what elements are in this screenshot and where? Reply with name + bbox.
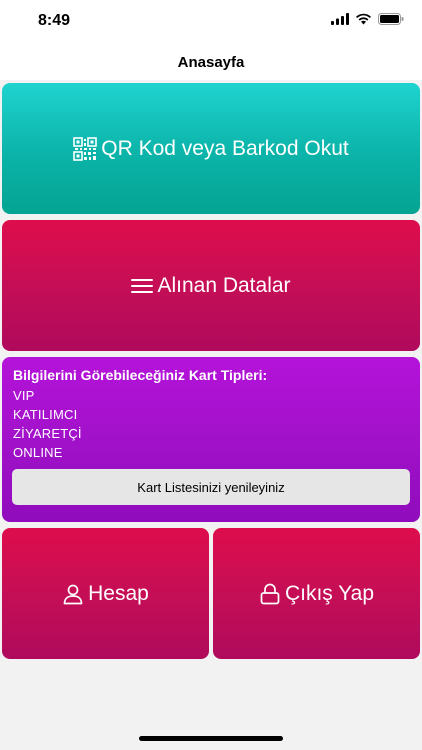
qr-code-icon xyxy=(73,136,98,161)
received-data-label: Alınan Datalar xyxy=(157,273,291,297)
scan-qr-barcode-button[interactable]: QR Kod veya Barkod Okut xyxy=(2,83,420,214)
card-type-item: ONLINE xyxy=(13,445,63,460)
card-types-title: Bilgilerini Görebileceğiniz Kart Tipleri… xyxy=(13,367,268,383)
card-types-panel: Bilgilerini Görebileceğiniz Kart Tipleri… xyxy=(2,357,420,522)
received-data-button[interactable]: Alınan Datalar xyxy=(2,220,420,351)
scan-qr-barcode-label: QR Kod veya Barkod Okut xyxy=(101,136,349,160)
page-title: Anasayfa xyxy=(177,53,245,71)
navigation-bar: Anasayfa xyxy=(0,44,422,80)
status-bar: 8:49 xyxy=(0,0,422,44)
card-type-item: KATILIMCI xyxy=(13,407,78,422)
signal-bars-icon xyxy=(331,13,349,25)
account-label: Hesap xyxy=(88,581,149,605)
logout-button[interactable]: Çıkış Yap xyxy=(213,528,420,659)
status-icons xyxy=(331,13,404,25)
wifi-icon xyxy=(355,13,372,25)
person-icon xyxy=(62,583,84,605)
status-time: 8:49 xyxy=(38,12,71,29)
card-type-item: ZİYARETÇİ xyxy=(13,426,82,441)
account-button[interactable]: Hesap xyxy=(2,528,209,659)
home-indicator[interactable] xyxy=(139,736,283,741)
list-icon xyxy=(131,278,154,294)
lock-icon xyxy=(259,583,281,605)
battery-icon xyxy=(378,13,404,25)
logout-label: Çıkış Yap xyxy=(284,581,375,605)
refresh-card-list-button[interactable]: Kart Listesinizi yenileyiniz xyxy=(12,469,410,505)
card-type-item: VIP xyxy=(13,388,35,403)
